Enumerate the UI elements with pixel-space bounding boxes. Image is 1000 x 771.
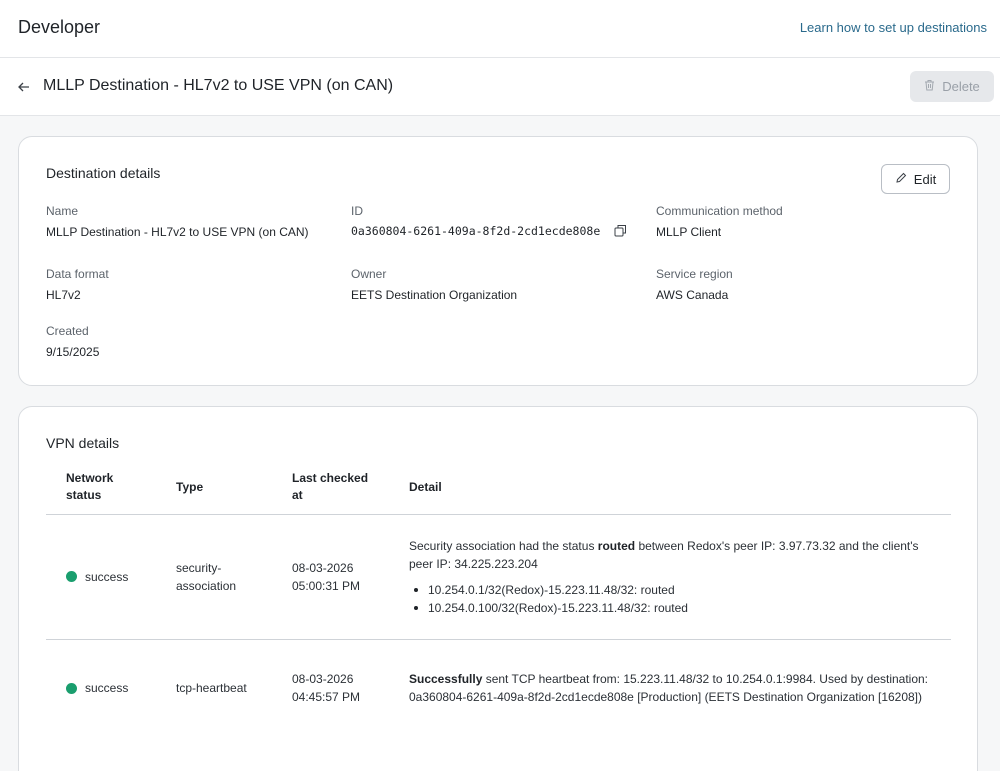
vpn-details-title: VPN details bbox=[46, 435, 120, 451]
status-text: success bbox=[85, 569, 129, 584]
destination-details-title: Destination details bbox=[46, 165, 161, 181]
delete-label: Delete bbox=[942, 79, 980, 94]
name-label: Name bbox=[46, 204, 79, 218]
edit-button[interactable]: Edit bbox=[881, 164, 950, 194]
communication-method-value: MLLP Client bbox=[656, 225, 722, 239]
status-cell: success bbox=[66, 568, 156, 586]
created-value: 9/15/2025 bbox=[46, 345, 100, 359]
service-region-label: Service region bbox=[656, 267, 733, 281]
owner-field: Owner EETS Destination Organization bbox=[351, 267, 517, 302]
name-value: MLLP Destination - HL7v2 to USE VPN (on … bbox=[46, 225, 309, 239]
table-row: success tcp-heartbeat 08-03-2026 04:45:5… bbox=[46, 639, 951, 737]
route-list: 10.254.0.1/32(Redox)-15.223.11.48/32: ro… bbox=[414, 581, 941, 617]
detail-text: Security association had the status bbox=[409, 538, 598, 553]
column-header-network-status: Network status bbox=[46, 461, 156, 515]
success-status-dot-icon bbox=[66, 682, 77, 694]
created-field: Created 9/15/2025 bbox=[46, 324, 99, 359]
created-label: Created bbox=[46, 324, 89, 338]
id-field: ID 0a360804-6261-409a-8f2d-2cd1ecde808e bbox=[351, 204, 627, 240]
type-cell: tcp-heartbeat bbox=[176, 681, 247, 696]
checked-date: 08-03-2026 bbox=[292, 672, 354, 687]
checked-time: 04:45:57 PM bbox=[292, 690, 361, 705]
page-header: MLLP Destination - HL7v2 to USE VPN (on … bbox=[0, 58, 1000, 116]
owner-label: Owner bbox=[351, 267, 387, 281]
detail-bold: routed bbox=[597, 538, 636, 553]
data-format-value: HL7v2 bbox=[46, 288, 81, 302]
owner-value: EETS Destination Organization bbox=[351, 288, 518, 302]
name-field: Name MLLP Destination - HL7v2 to USE VPN… bbox=[46, 204, 309, 239]
page-title: MLLP Destination - HL7v2 to USE VPN (on … bbox=[43, 77, 394, 94]
communication-method-label: Communication method bbox=[656, 204, 783, 218]
delete-button[interactable]: Delete bbox=[910, 71, 994, 102]
list-item: 10.254.0.100/32(Redox)-15.223.11.48/32: … bbox=[414, 599, 941, 617]
data-format-label: Data format bbox=[46, 267, 109, 281]
edit-label: Edit bbox=[913, 171, 937, 187]
back-arrow-icon[interactable] bbox=[14, 77, 34, 97]
column-header-last-checked: Last checked at bbox=[272, 461, 389, 515]
data-format-field: Data format HL7v2 bbox=[46, 267, 109, 302]
copy-icon[interactable] bbox=[614, 224, 627, 240]
communication-method-field: Communication method MLLP Client bbox=[656, 204, 783, 239]
list-item: 10.254.0.1/32(Redox)-15.223.11.48/32: ro… bbox=[414, 581, 941, 599]
column-header-type: Type bbox=[156, 461, 272, 515]
service-region-value: AWS Canada bbox=[656, 288, 729, 302]
column-header-detail: Detail bbox=[389, 461, 951, 515]
success-status-dot-icon bbox=[66, 571, 77, 582]
detail-cell: Security association had the status rout… bbox=[389, 514, 951, 640]
vpn-details-card: VPN details Network status Type Last che… bbox=[18, 406, 978, 771]
top-bar: Developer Learn how to set up destinatio… bbox=[0, 0, 1000, 58]
checked-date: 08-03-2026 bbox=[292, 560, 354, 575]
trash-icon bbox=[924, 79, 935, 94]
detail-cell: Successfully sent TCP heartbeat from: 15… bbox=[389, 639, 951, 737]
pencil-icon bbox=[895, 172, 907, 187]
detail-bold: Successfully bbox=[409, 672, 483, 687]
checked-time: 05:00:31 PM bbox=[292, 578, 361, 593]
detail-text: sent TCP heartbeat from: 15.223.11.48/32… bbox=[409, 672, 929, 705]
destination-details-card: Destination details Edit Name MLLP Desti… bbox=[18, 136, 978, 386]
vpn-table: Network status Type Last checked at Deta… bbox=[46, 461, 951, 737]
id-label: ID bbox=[351, 204, 363, 218]
app-title: Developer bbox=[18, 17, 101, 37]
table-row: success security-association 08-03-2026 … bbox=[46, 514, 951, 640]
id-value: 0a360804-6261-409a-8f2d-2cd1ecde808e bbox=[351, 224, 601, 239]
table-header-row: Network status Type Last checked at Deta… bbox=[46, 461, 951, 515]
status-text: success bbox=[85, 681, 129, 696]
last-checked-cell: 08-03-2026 05:00:31 PM bbox=[272, 514, 389, 640]
service-region-field: Service region AWS Canada bbox=[656, 267, 733, 302]
last-checked-cell: 08-03-2026 04:45:57 PM bbox=[272, 639, 389, 737]
status-cell: success bbox=[66, 679, 156, 697]
learn-destinations-link[interactable]: Learn how to set up destinations bbox=[800, 20, 987, 35]
type-cell: security-association bbox=[156, 514, 272, 640]
